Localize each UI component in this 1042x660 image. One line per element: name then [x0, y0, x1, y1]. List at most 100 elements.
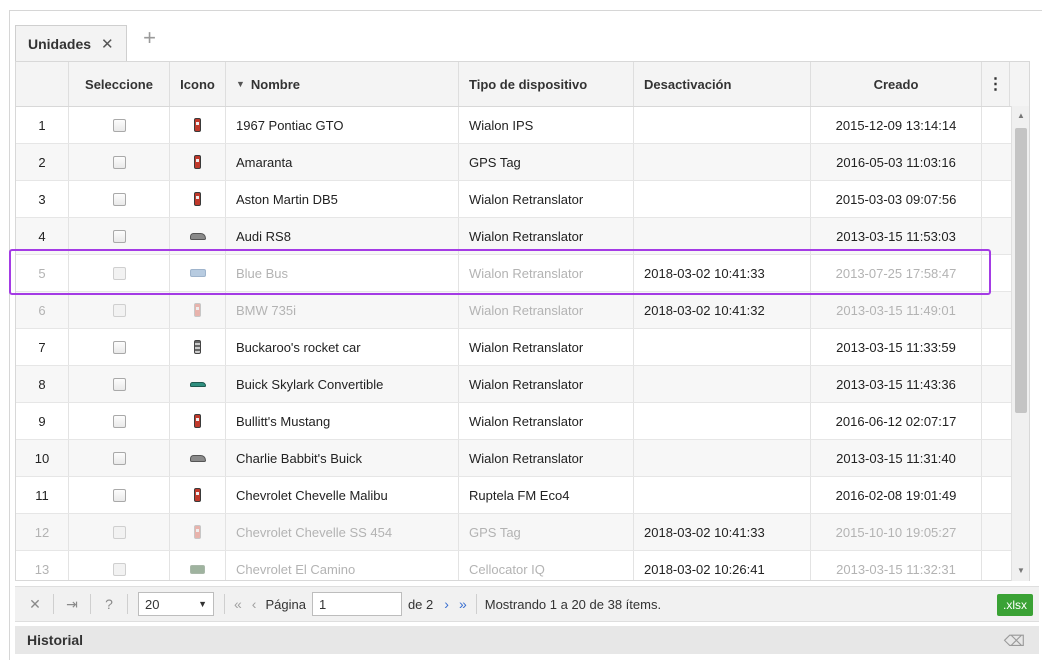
first-page-icon[interactable]: «	[229, 596, 247, 612]
row-created: 2013-03-15 11:33:59	[811, 329, 982, 365]
clear-filter-icon[interactable]: ✕	[21, 596, 49, 613]
page-total: de 2	[407, 596, 434, 612]
row-checkbox[interactable]	[112, 155, 126, 169]
table-row[interactable]: 7 Buckaroo's rocket car Wialon Retranslato…	[16, 329, 1029, 366]
red-car-icon	[194, 155, 201, 169]
teal-car-side-icon	[189, 381, 206, 387]
gray-car-side-icon	[189, 232, 206, 240]
row-device-type: Wialon Retranslator	[459, 292, 634, 328]
row-checkbox[interactable]	[112, 229, 126, 243]
row-device-type: Wialon Retranslator	[459, 255, 634, 291]
next-page-icon[interactable]: ›	[439, 596, 454, 612]
table-row[interactable]: 3 Aston Martin DB5 Wialon Retranslator 2015…	[16, 181, 1029, 218]
row-icon-cell	[170, 255, 226, 291]
row-checkbox[interactable]	[112, 340, 126, 354]
row-deactivation: 2018-03-02 10:41:33	[634, 514, 811, 550]
row-checkbox[interactable]	[112, 562, 126, 576]
row-checkbox-cell	[69, 551, 170, 580]
table-row[interactable]: 8 Buick Skylark Convertible Wialon Retrans…	[16, 366, 1029, 403]
col-select[interactable]: Seleccione	[69, 62, 170, 106]
column-menu-icon[interactable]: ⋮	[982, 62, 1010, 106]
row-deactivation	[634, 366, 811, 402]
col-device-type[interactable]: Tipo de dispositivo	[459, 62, 634, 106]
row-number: 8	[16, 366, 69, 402]
row-checkbox[interactable]	[112, 525, 126, 539]
row-created: 2015-12-09 13:14:14	[811, 107, 982, 143]
items-status: Mostrando 1 a 20 de 38 ítems.	[484, 596, 662, 612]
row-device-type: Wialon Retranslator	[459, 218, 634, 254]
row-checkbox-cell	[69, 292, 170, 328]
last-page-icon[interactable]: »	[454, 596, 472, 612]
row-icon-cell	[170, 181, 226, 217]
row-icon-cell	[170, 218, 226, 254]
row-number: 11	[16, 477, 69, 513]
row-number: 2	[16, 144, 69, 180]
row-deactivation	[634, 181, 811, 217]
row-name: Bullitt's Mustang	[226, 403, 459, 439]
row-deactivation	[634, 477, 811, 513]
close-icon[interactable]: ✕	[101, 35, 114, 53]
page-number-input[interactable]: 1	[311, 592, 402, 616]
eraser-icon[interactable]: ⌫	[1004, 632, 1025, 650]
row-checkbox[interactable]	[112, 266, 126, 280]
row-checkbox-cell	[69, 329, 170, 365]
scroll-down-icon[interactable]: ▼	[1012, 563, 1030, 579]
row-icon-cell	[170, 107, 226, 143]
row-checkbox[interactable]	[112, 414, 126, 428]
row-name: Buckaroo's rocket car	[226, 329, 459, 365]
fit-columns-icon[interactable]: ⇥	[58, 596, 86, 613]
table-row[interactable]: 13 Chevrolet El Camino Cellocator IQ 2018-0…	[16, 551, 1029, 580]
row-number: 7	[16, 329, 69, 365]
row-icon-cell	[170, 514, 226, 550]
row-number: 3	[16, 181, 69, 217]
export-xlsx-button[interactable]: .xlsx	[997, 594, 1033, 616]
row-deactivation	[634, 218, 811, 254]
separator	[127, 594, 128, 614]
row-device-type: Wialon Retranslator	[459, 366, 634, 402]
row-name: Audi RS8	[226, 218, 459, 254]
row-deactivation: 2018-03-02 10:41:33	[634, 255, 811, 291]
col-created[interactable]: Creado	[811, 62, 982, 106]
row-checkbox[interactable]	[112, 118, 126, 132]
gray-car-side-icon	[189, 454, 206, 462]
table-row[interactable]: 2 Amaranta GPS Tag 2016-05-03 11:03:16	[16, 144, 1029, 181]
tab-unidades[interactable]: Unidades ✕	[15, 25, 127, 61]
help-icon[interactable]: ?	[95, 596, 123, 612]
page-size-select[interactable]: 20 ▼	[138, 592, 214, 616]
table-row[interactable]: 12 Chevrolet Chevelle SS 454 GPS Tag 2018-0…	[16, 514, 1029, 551]
sort-desc-icon: ▼	[236, 79, 245, 89]
table-row[interactable]: 11 Chevrolet Chevelle Malibu Ruptela FM Ec…	[16, 477, 1029, 514]
history-panel[interactable]: Historial ⌫	[15, 626, 1039, 654]
red-car-icon	[194, 118, 201, 132]
row-checkbox[interactable]	[112, 488, 126, 502]
vertical-scrollbar[interactable]: ▲ ▼	[1011, 106, 1029, 581]
row-deactivation	[634, 107, 811, 143]
table-row[interactable]: 5 Blue Bus Wialon Retranslator 2018-03-02 1…	[16, 255, 1029, 292]
col-icon[interactable]: Icono	[170, 62, 226, 106]
row-icon-cell	[170, 477, 226, 513]
table-row[interactable]: 9 Bullitt's Mustang Wialon Retranslator 201…	[16, 403, 1029, 440]
row-created: 2013-03-15 11:49:01	[811, 292, 982, 328]
col-deactivation[interactable]: Desactivación	[634, 62, 811, 106]
prev-page-icon[interactable]: ‹	[247, 596, 262, 612]
scroll-up-icon[interactable]: ▲	[1012, 108, 1030, 124]
table-row[interactable]: 4 Audi RS8 Wialon Retranslator 2013-03-15 1…	[16, 218, 1029, 255]
row-checkbox[interactable]	[112, 377, 126, 391]
row-checkbox[interactable]	[112, 192, 126, 206]
scroll-thumb[interactable]	[1015, 128, 1027, 413]
row-checkbox[interactable]	[112, 303, 126, 317]
row-icon-cell	[170, 551, 226, 580]
table-row[interactable]: 10 Charlie Babbit's Buick Wialon Retransla…	[16, 440, 1029, 477]
col-number	[16, 62, 69, 106]
red-car-icon	[194, 303, 201, 317]
table-row[interactable]: 6 BMW 735i Wialon Retranslator 2018-03-02 1…	[16, 292, 1029, 329]
table-row[interactable]: 1 1967 Pontiac GTO Wialon IPS 2015-12-09 13…	[16, 107, 1029, 144]
row-deactivation: 2018-03-02 10:26:41	[634, 551, 811, 580]
separator	[224, 594, 225, 614]
row-checkbox-cell	[69, 477, 170, 513]
row-checkbox[interactable]	[112, 451, 126, 465]
col-name[interactable]: ▼ Nombre	[226, 62, 459, 106]
row-name: Buick Skylark Convertible	[226, 366, 459, 402]
add-tab-icon[interactable]: +	[135, 23, 165, 53]
row-name: Amaranta	[226, 144, 459, 180]
